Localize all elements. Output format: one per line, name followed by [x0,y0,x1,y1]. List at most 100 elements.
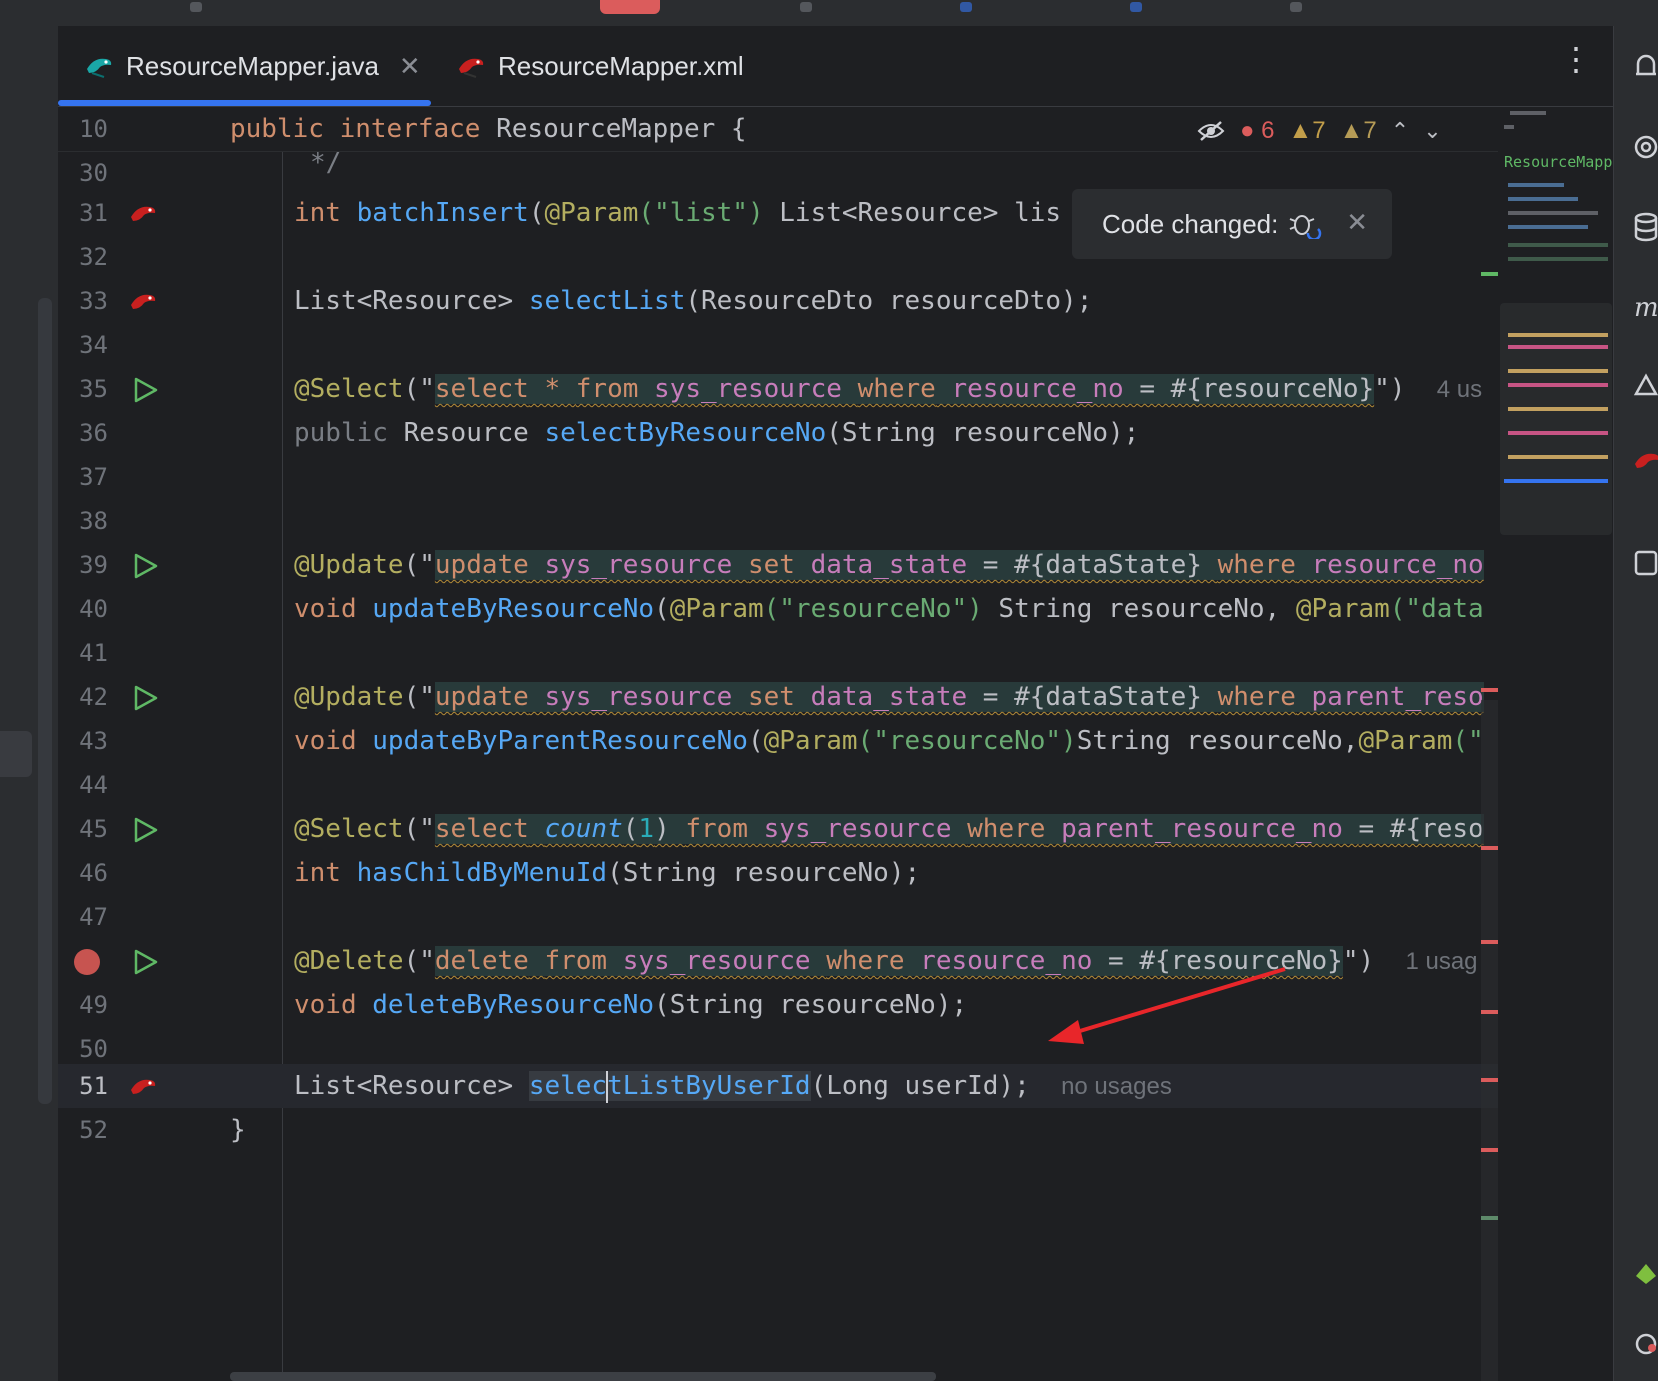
breakpoint-icon[interactable] [72,947,102,977]
tab-label: ResourceMapper.xml [498,50,744,81]
inspections-widget[interactable]: ● 6 ▲7 ▲7 ⌃ ⌄ [1190,112,1442,150]
code-line[interactable]: 40 void updateByResourceNo(@Param("resou… [58,587,1498,631]
line-number: 37 [79,463,108,491]
code-line[interactable]: 49 void deleteByResourceNo(String resour… [58,983,1498,1027]
code-line[interactable]: 46 int hasChildByMenuId(String resourceN… [58,851,1498,895]
run-gutter-icon[interactable] [130,683,160,713]
error-marker[interactable] [1481,688,1498,692]
tab-resourcemapper-xml[interactable]: ResourceMapper.xml [456,26,744,106]
line-number: 30 [79,159,108,187]
code-line[interactable]: 52 } [58,1108,1498,1152]
horizontal-scrollbar[interactable] [230,1372,936,1381]
code-line[interactable]: 36 public Resource selectByResourceNo(St… [58,411,1498,455]
code-text: } [230,1115,246,1145]
plugin-red-icon[interactable] [1632,1326,1658,1360]
line-number: 39 [79,551,108,579]
tab-more-menu-button[interactable]: ⋮ [1560,40,1592,78]
code-line[interactable]: 41 [58,631,1498,675]
code-text: @Update("update sys_resource set data_st… [294,550,1484,580]
right-tool-strip: m [1613,26,1658,1381]
database-icon[interactable] [1632,210,1658,244]
line-number: 10 [79,115,108,143]
left-tool-selected[interactable] [0,731,32,777]
code-text: @Update("update sys_resource set data_st… [294,682,1484,712]
toolbar-icon[interactable] [800,2,812,12]
error-icon: ● [1240,117,1255,144]
warning-count[interactable]: ▲7 [1289,117,1326,145]
run-gutter-icon[interactable] [130,947,160,977]
left-scroll-thumb[interactable] [38,298,52,1104]
code-line[interactable]: 39 @Update("update sys_resource set data… [58,543,1498,587]
code-line[interactable]: 34 [58,323,1498,367]
line-number: 41 [79,639,108,667]
error-marker[interactable] [1481,1078,1498,1082]
error-count[interactable]: ● 6 [1240,117,1275,145]
chevron-down-icon[interactable]: ⌄ [1423,118,1441,144]
tab-resourcemapper-java[interactable]: ResourceMapper.java ✕ [84,26,421,106]
plugin-green-icon[interactable] [1632,1256,1658,1290]
error-marker[interactable] [1481,940,1498,944]
code-line[interactable]: 37 [58,455,1498,499]
line-number: 47 [79,903,108,931]
toolbar-icon[interactable] [1290,2,1302,12]
error-marker[interactable] [1481,1010,1498,1014]
mybatis-bird-icon[interactable] [128,199,158,229]
code-line[interactable]: @Delete("delete from sys_resource where … [58,939,1498,983]
code-line[interactable]: 43 void updateByParentResourceNo(@Param(… [58,719,1498,763]
run-gutter-icon[interactable] [130,551,160,581]
minimap-viewport[interactable] [1500,303,1612,535]
run-gutter-icon[interactable] [130,815,160,845]
change-marker[interactable] [1481,1216,1498,1220]
toolbar-icon[interactable] [1130,2,1142,12]
mybatis-bird-icon[interactable] [1632,446,1658,480]
mybatis-bird-icon[interactable] [128,1072,158,1102]
code-text: @Select("select count(1) from sys_resour… [294,814,1484,844]
hide-eye-icon[interactable] [1196,119,1226,143]
line-number: 45 [79,815,108,843]
svg-text:m: m [1634,293,1658,323]
code-line[interactable]: 47 [58,895,1498,939]
sticky-code-text: public interface ResourceMapper { [230,114,747,144]
bug-refresh-icon[interactable] [1288,209,1322,239]
code-editor[interactable]: 30 */ 31 int batchInsert(@Param("list") … [58,107,1498,1381]
line-number: 52 [79,1116,108,1144]
code-line[interactable]: 42 @Update("update sys_resource set data… [58,675,1498,719]
maven-icon[interactable]: m [1632,290,1658,324]
toolbar-icon[interactable] [960,2,972,12]
code-text: @Select("select * from sys_resource wher… [294,374,1483,404]
run-gutter-icon[interactable] [130,375,160,405]
tab-close-button[interactable]: ✕ [399,51,421,82]
mybatis-bird-icon [459,58,484,78]
line-number: 34 [79,331,108,359]
code-line[interactable]: 45 @Select("select count(1) from sys_res… [58,807,1498,851]
warning-icon: ▲ [1288,117,1313,144]
error-marker[interactable] [1481,1148,1498,1152]
line-number: 51 [79,1072,108,1100]
popup-close-button[interactable]: ✕ [1346,207,1368,238]
vertical-scrollbar[interactable] [1481,700,1498,1381]
weak-warning-count[interactable]: ▲7 [1340,117,1377,145]
gradle-icon[interactable] [1632,370,1658,404]
code-line[interactable]: 33 List<Resource> selectList(ResourceDto… [58,279,1498,323]
code-text: void deleteByResourceNo(String resourceN… [294,990,968,1020]
notifications-icon[interactable] [1632,50,1658,84]
line-number: 42 [79,683,108,711]
line-number: 33 [79,287,108,315]
code-text: public Resource selectByResourceNo(Strin… [294,418,1140,448]
code-line[interactable]: 38 [58,499,1498,543]
code-text: void updateByParentResourceNo(@Param("re… [294,726,1484,756]
code-line[interactable]: 35 @Select("select * from sys_resource w… [58,367,1498,411]
toolbar-icon[interactable] [190,2,202,12]
code-minimap[interactable]: ResourceMapper [1500,107,1612,537]
error-marker[interactable] [1481,846,1498,850]
run-widget-chip[interactable] [600,0,660,14]
api-tool-icon[interactable] [1632,546,1658,580]
code-line-current[interactable]: 51 List<Resource> selectListByUserId(Lon… [58,1064,1498,1108]
ai-assistant-icon[interactable] [1632,130,1658,164]
chevron-up-icon[interactable]: ⌃ [1391,118,1409,144]
mybatis-bird-icon[interactable] [128,287,158,317]
warning-icon: ▲ [1339,117,1364,144]
left-tool-strip [0,26,58,1381]
change-marker[interactable] [1481,272,1498,276]
code-line[interactable]: 44 [58,763,1498,807]
